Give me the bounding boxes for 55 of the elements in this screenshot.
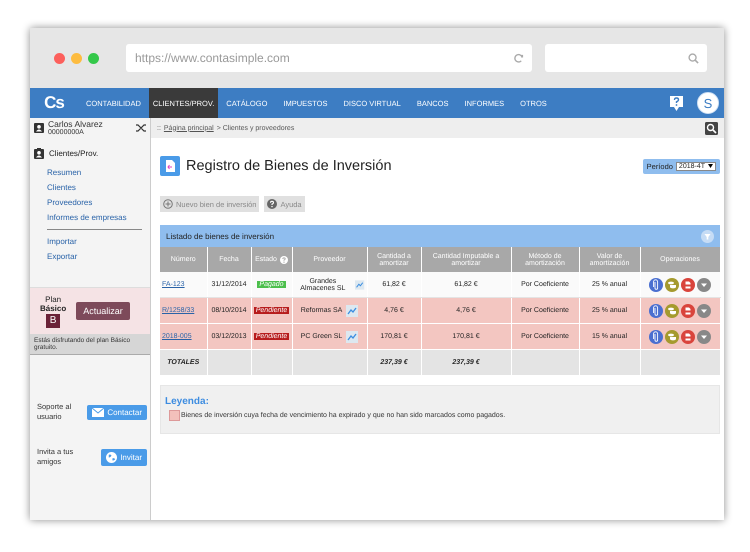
user-name: Carlos Alvarez xyxy=(48,120,104,129)
plus-circle-icon xyxy=(163,199,173,209)
chart-icon[interactable] xyxy=(355,278,364,290)
upgrade-button[interactable]: Actualizar xyxy=(76,302,130,320)
help-icon xyxy=(267,199,278,209)
coins-button[interactable] xyxy=(665,330,679,344)
help-icon[interactable] xyxy=(280,256,288,264)
plan-name: Básico xyxy=(40,304,66,312)
section-title: Clientes/Prov. xyxy=(49,149,98,158)
sidebar-link[interactable]: Importar xyxy=(30,234,150,249)
chart-icon[interactable] xyxy=(346,304,358,316)
contact-button[interactable]: Contactar xyxy=(87,404,147,420)
legend-title: Leyenda: xyxy=(165,396,210,407)
pdf-button[interactable] xyxy=(681,330,695,344)
document-icon xyxy=(160,156,180,176)
sidebar-link[interactable]: Proveedores xyxy=(30,195,150,210)
maximize-dot[interactable] xyxy=(88,52,99,64)
dropdown-button[interactable] xyxy=(697,278,711,292)
legend-swatch xyxy=(169,410,180,421)
close-dot[interactable] xyxy=(54,52,65,64)
search-icon[interactable] xyxy=(705,122,718,134)
caret-icon xyxy=(708,164,713,168)
coins-button[interactable] xyxy=(665,278,679,292)
sidebar-link[interactable]: Clientes xyxy=(30,180,150,195)
panel-title: Listado de bienes de inversión xyxy=(166,232,274,240)
search-field[interactable] xyxy=(545,44,707,72)
mail-icon xyxy=(92,408,104,416)
attachment-button[interactable] xyxy=(649,304,663,318)
pdf-button[interactable] xyxy=(681,278,695,292)
contact-card-icon xyxy=(34,123,44,133)
reload-icon[interactable] xyxy=(513,52,524,64)
plan-label: Plan xyxy=(45,294,62,304)
dropdown-button[interactable] xyxy=(697,330,711,344)
sidebar-link[interactable]: Exportar xyxy=(30,249,150,264)
attachment-button[interactable] xyxy=(649,330,663,344)
globe-icon xyxy=(106,452,118,462)
pdf-button[interactable] xyxy=(681,304,695,318)
chart-icon[interactable] xyxy=(346,330,358,342)
sidebar-link[interactable]: Resumen xyxy=(30,165,150,180)
shuffle-icon[interactable] xyxy=(136,123,146,133)
logo[interactable]: Cs xyxy=(30,88,78,118)
user-avatar[interactable]: S xyxy=(697,92,719,114)
plan-badge: B xyxy=(46,314,60,328)
filter-icon[interactable] xyxy=(701,230,714,242)
minimize-dot[interactable] xyxy=(71,52,82,64)
url-field[interactable]: https://www.contasimple.com xyxy=(126,44,532,72)
coins-button[interactable] xyxy=(665,304,679,318)
search-icon xyxy=(688,52,699,64)
invite-button[interactable]: Invitar xyxy=(101,448,147,466)
page-title: Registro de Bienes de Inversión xyxy=(186,158,392,174)
attachment-button[interactable] xyxy=(649,278,663,292)
help-icon[interactable] xyxy=(670,96,683,110)
dropdown-button[interactable] xyxy=(697,304,711,318)
contact-card-icon xyxy=(34,148,44,159)
sidebar-link[interactable]: Informes de empresas xyxy=(30,210,150,225)
